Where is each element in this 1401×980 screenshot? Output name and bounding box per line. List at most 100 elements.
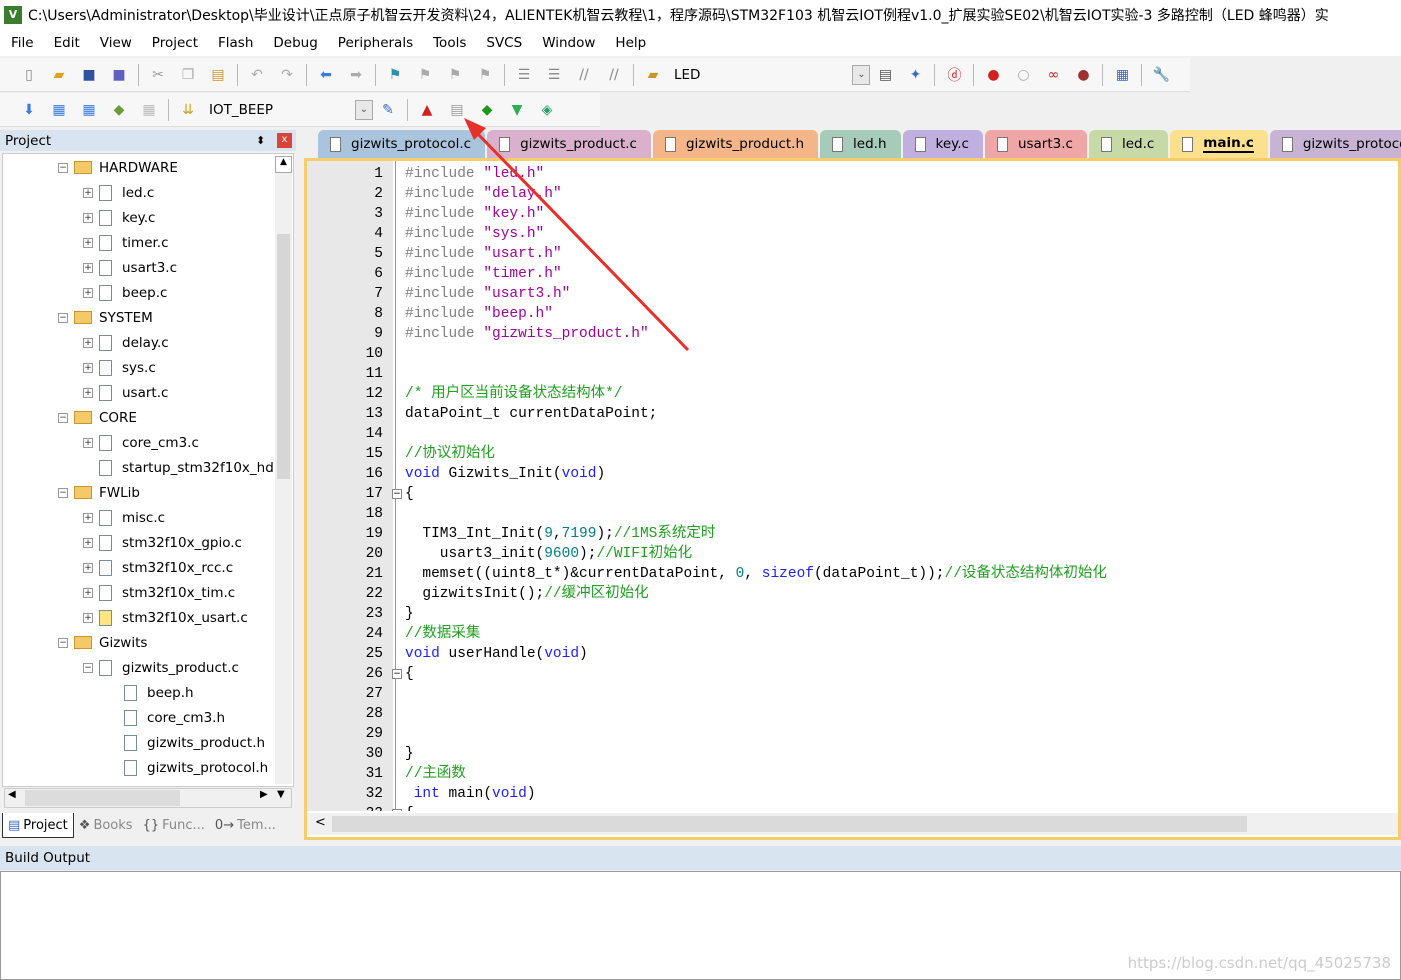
panel-tab-tem[interactable]: 0→ Tem... [210,813,281,838]
close-panel-button[interactable]: x [277,133,292,148]
tree-item-gizwits[interactable]: − Gizwits [58,630,147,655]
code-line[interactable]: #include "gizwits_product.h" [405,324,649,344]
comment-icon[interactable]: // [573,65,595,85]
build-icon[interactable]: ▦ [48,100,70,120]
nav-back-icon[interactable]: ⬅ [315,65,337,85]
scroll-left-icon[interactable]: < [315,815,326,830]
editor-tab-gizwits_protocol-c[interactable]: gizwits_protocol.c [318,130,486,158]
menu-help[interactable]: Help [604,35,655,51]
new-file-icon[interactable]: ▯ [18,65,40,85]
uncomment-icon[interactable]: // [603,65,625,85]
collapse-icon[interactable]: − [58,412,68,423]
breakpoint-kill-all-icon[interactable]: ● [1072,65,1094,85]
save-icon[interactable]: ■ [78,65,100,85]
tree-item-stm32f10x-gpio-c[interactable]: + stm32f10x_gpio.c [83,530,242,555]
tree-item-hardware[interactable]: − HARDWARE [58,155,178,180]
code-line[interactable]: #include "led.h" [405,164,544,184]
code-area[interactable]: 1 #include "led.h" 2 #include "delay.h" 3 #in… [307,163,1397,811]
manage-runtime-icon[interactable]: ▼ [506,100,528,120]
target-options-icon[interactable]: ✎ [377,100,399,120]
code-line[interactable]: //主函数 [405,764,466,784]
indent-icon[interactable]: ☰ [513,65,535,85]
scroll-up-icon[interactable]: ▲ [275,156,292,173]
code-line[interactable]: #include "sys.h" [405,224,544,244]
tree-vertical-scrollbar[interactable]: ▲ [275,156,292,784]
target-select[interactable]: IOT_BEEP ⌄ [203,99,373,121]
tree-item-misc-c[interactable]: + misc.c [83,505,165,530]
tree-item-stm32f10x-tim-c[interactable]: + stm32f10x_tim.c [83,580,235,605]
tree-item-beep-c[interactable]: + beep.c [83,280,167,305]
fold-toggle-icon[interactable]: − [392,669,402,679]
next-bookmark-icon[interactable]: ⚑ [444,65,466,85]
panel-tab-books[interactable]: ❖ Books [74,813,138,838]
tree-item-core[interactable]: − CORE [58,405,137,430]
paste-icon[interactable]: ▤ [207,65,229,85]
code-line[interactable]: #include "timer.h" [405,264,562,284]
code-line[interactable]: } [405,604,414,624]
expand-icon[interactable]: + [83,362,93,373]
expand-icon[interactable]: + [83,512,93,523]
tree-item-fwlib[interactable]: − FWLib [58,480,140,505]
breakpoint-disable-all-icon[interactable]: ∞ [1042,65,1064,85]
pin-icon[interactable]: ⬍ [256,134,265,147]
redo-icon[interactable]: ↷ [276,65,298,85]
expand-icon[interactable]: + [83,237,93,248]
menu-peripherals[interactable]: Peripherals [327,35,422,51]
manage-multi-icon[interactable]: ◈ [536,100,558,120]
editor-tab-key-c[interactable]: key.c [902,130,983,158]
expand-icon[interactable]: + [83,387,93,398]
expand-icon[interactable]: + [83,587,93,598]
tree-item-delay-c[interactable]: + delay.c [83,330,169,355]
tree-item-sys-c[interactable]: + sys.c [83,355,156,380]
scroll-thumb[interactable] [25,790,180,806]
stop-build-icon[interactable]: ▦ [138,100,160,120]
menu-file[interactable]: File [0,35,43,51]
fold-toggle-icon[interactable]: − [392,489,402,499]
code-line[interactable]: #include "usart.h" [405,244,562,264]
menu-svcs[interactable]: SVCS [475,35,531,51]
code-line[interactable]: { [405,804,414,811]
tree-item-gizwits-product-c[interactable]: − gizwits_product.c [83,655,239,680]
expand-icon[interactable]: + [83,612,93,623]
expand-icon[interactable]: + [83,187,93,198]
editor-tab-usart3-c[interactable]: usart3.c [984,130,1087,158]
collapse-icon[interactable]: − [58,312,68,323]
code-line[interactable]: #include "usart3.h" [405,284,570,304]
collapse-icon[interactable]: − [58,487,68,498]
tree-item-core-cm3-c[interactable]: + core_cm3.c [83,430,199,455]
fold-toggle-icon[interactable]: − [392,809,402,811]
editor-horizontal-scrollbar[interactable]: < [307,813,1398,835]
batch-icon[interactable]: ✦ [904,65,926,85]
code-line[interactable]: void userHandle(void) [405,644,588,664]
open-icon[interactable]: ▰ [48,65,70,85]
expand-icon[interactable]: + [83,437,93,448]
code-line[interactable]: #include "beep.h" [405,304,553,324]
save-all-icon[interactable]: ■ [108,65,130,85]
select-packs-icon[interactable]: ▤ [446,100,468,120]
nav-forward-icon[interactable]: ➡ [345,65,367,85]
tree-item-timer-c[interactable]: + timer.c [83,230,169,255]
code-line[interactable]: memset((uint8_t*)&currentDataPoint, 0, s… [405,564,1107,584]
tree-item-gizwits-product-h[interactable]: +gizwits_product.h [108,730,265,755]
editor-tab-gizwits_product-h[interactable]: gizwits_product.h [652,130,819,158]
find-in-files-icon[interactable]: ▰ [642,65,664,85]
bookmark-icon[interactable]: ⚑ [384,65,406,85]
tree-item-usart-c[interactable]: + usart.c [83,380,168,405]
tree-horizontal-scrollbar[interactable]: ◀ ▶ ▼ [4,788,292,808]
code-line[interactable]: TIM3_Int_Init(9,7199);//1MS系统定时 [405,524,715,544]
code-line[interactable]: #include "delay.h" [405,184,562,204]
code-line[interactable]: /* 用户区当前设备状态结构体*/ [405,384,623,404]
tree-item-usart3-c[interactable]: + usart3.c [83,255,177,280]
unindent-icon[interactable]: ☰ [543,65,565,85]
tree-item-led-c[interactable]: + led.c [83,180,154,205]
tree-item-gizwits-protocol-h[interactable]: +gizwits_protocol.h [108,755,268,780]
tree-item-core-cm3-h[interactable]: +core_cm3.h [108,705,225,730]
code-line[interactable]: } [405,744,414,764]
code-line[interactable]: int main(void) [405,784,536,804]
tree-item-beep-h[interactable]: +beep.h [108,680,194,705]
scroll-thumb[interactable] [332,816,1247,832]
copy-icon[interactable]: ❐ [177,65,199,85]
find-text[interactable]: LED [674,67,700,83]
expand-icon[interactable]: + [83,337,93,348]
menu-debug[interactable]: Debug [262,35,326,51]
